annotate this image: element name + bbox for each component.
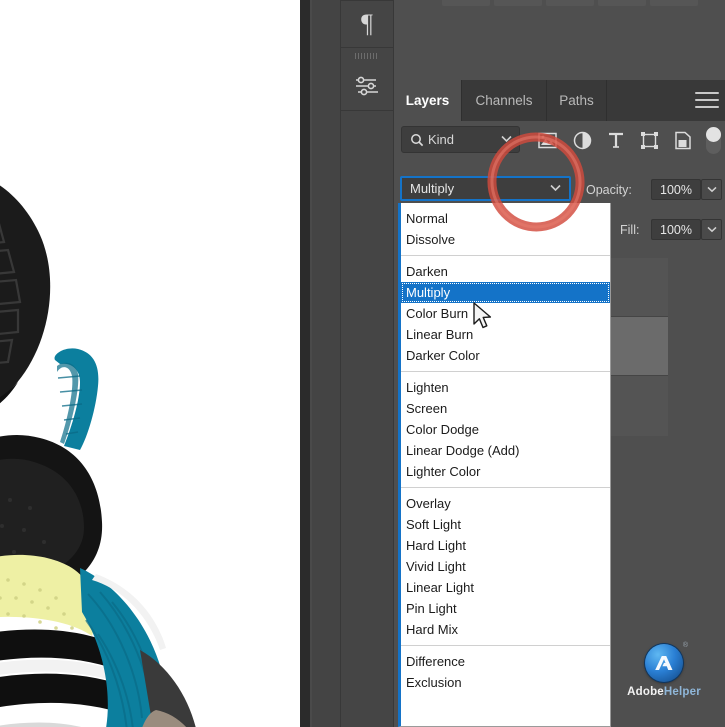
filter-shape-layers-icon[interactable]: [637, 128, 661, 152]
blend-mode-option[interactable]: Hard Light: [401, 535, 610, 556]
workspace-divider: [300, 0, 310, 727]
blend-mode-option[interactable]: Dissolve: [401, 229, 610, 250]
tab-paths-label: Paths: [559, 93, 594, 108]
blend-mode-option[interactable]: Multiply: [401, 282, 610, 303]
search-icon: [411, 133, 424, 146]
opacity-stepper-button[interactable]: [701, 179, 722, 200]
adobehelper-logo-icon: ®: [645, 642, 688, 682]
blend-mode-option[interactable]: Color Dodge: [401, 419, 610, 440]
wordmark-secondary: Helper: [663, 686, 701, 698]
paragraph-panel-button[interactable]: ¶: [341, 1, 393, 47]
blend-mode-option[interactable]: Color Burn: [401, 303, 610, 324]
collapsed-panel-dock: ¶: [340, 0, 394, 727]
filter-enable-toggle[interactable]: [706, 127, 721, 154]
sliders-icon: [356, 76, 378, 96]
dropdown-separator: [401, 255, 610, 256]
blend-mode-option[interactable]: Darker Color: [401, 345, 610, 366]
dock-grip[interactable]: [355, 53, 379, 59]
opacity-value-input[interactable]: 100%: [651, 179, 701, 200]
blend-mode-option[interactable]: Overlay: [401, 493, 610, 514]
blend-mode-select[interactable]: Multiply: [400, 176, 571, 201]
blend-mode-option[interactable]: Normal: [401, 208, 610, 229]
chevron-down-icon: [550, 184, 561, 192]
adjustments-panel-button[interactable]: [341, 63, 393, 109]
filter-type-layers-icon[interactable]: [604, 128, 628, 152]
tab-paths[interactable]: Paths: [547, 80, 607, 121]
blend-mode-option[interactable]: Lighten: [401, 377, 610, 398]
fill-value-input[interactable]: 100%: [651, 219, 701, 240]
filter-adjustment-layers-icon[interactable]: [570, 128, 594, 152]
panel-top-tabs-strip: [394, 0, 725, 6]
tab-layers[interactable]: Layers: [394, 80, 462, 121]
blend-mode-option[interactable]: Difference: [401, 651, 610, 672]
tab-layers-label: Layers: [405, 93, 450, 108]
blend-mode-value: Multiply: [410, 181, 455, 196]
panel-tab-bar: Layers Channels Paths: [394, 80, 725, 121]
blend-mode-dropdown-list[interactable]: Normal Dissolve Darken Multiply Color Burn Li…: [398, 203, 611, 727]
adobehelper-wordmark: AdobeHelper: [627, 686, 701, 698]
sneaker-photo: [0, 185, 196, 727]
blend-mode-option[interactable]: Soft Light: [401, 514, 610, 535]
blend-mode-option[interactable]: Linear Dodge (Add): [401, 440, 610, 461]
chevron-down-icon: [501, 135, 512, 143]
dropdown-separator: [401, 487, 610, 488]
dropdown-separator: [401, 371, 610, 372]
canvas-area[interactable]: [0, 0, 300, 727]
blend-mode-option[interactable]: Vivid Light: [401, 556, 610, 577]
adobehelper-watermark: ® AdobeHelper: [624, 642, 704, 706]
blend-mode-option[interactable]: Lighter Color: [401, 461, 610, 482]
filter-kind-select[interactable]: Kind: [401, 126, 520, 153]
blend-mode-option[interactable]: Exclusion: [401, 672, 610, 693]
chevron-down-icon: [706, 186, 717, 193]
layer-filter-bar: Kind: [394, 121, 725, 159]
hamburger-menu-icon[interactable]: [695, 92, 719, 108]
fill-label: Fill:: [620, 223, 640, 237]
blend-mode-option[interactable]: Darken: [401, 261, 610, 282]
filter-smart-object-icon[interactable]: [671, 128, 695, 152]
blend-mode-option[interactable]: Hard Mix: [401, 619, 610, 640]
wordmark-primary: Adobe: [627, 686, 664, 698]
opacity-label: Opacity:: [586, 183, 632, 197]
blend-mode-option[interactable]: Linear Light: [401, 577, 610, 598]
registered-mark: ®: [682, 642, 688, 649]
blend-mode-option[interactable]: Screen: [401, 398, 610, 419]
filter-pixel-layers-icon[interactable]: [535, 128, 559, 152]
chevron-down-icon: [706, 226, 717, 233]
paragraph-icon: ¶: [361, 9, 373, 38]
fill-stepper-button[interactable]: [701, 219, 722, 240]
dropdown-separator: [401, 645, 610, 646]
tab-channels-label: Channels: [475, 93, 533, 108]
photoshop-window: ¶ Layers Channels Paths Kind Multiply Op…: [0, 0, 725, 727]
blend-mode-option[interactable]: Pin Light: [401, 598, 610, 619]
panel-gutter: [312, 0, 340, 727]
tab-channels[interactable]: Channels: [462, 80, 547, 121]
filter-kind-label: Kind: [428, 132, 455, 147]
blend-mode-option[interactable]: Linear Burn: [401, 324, 610, 345]
